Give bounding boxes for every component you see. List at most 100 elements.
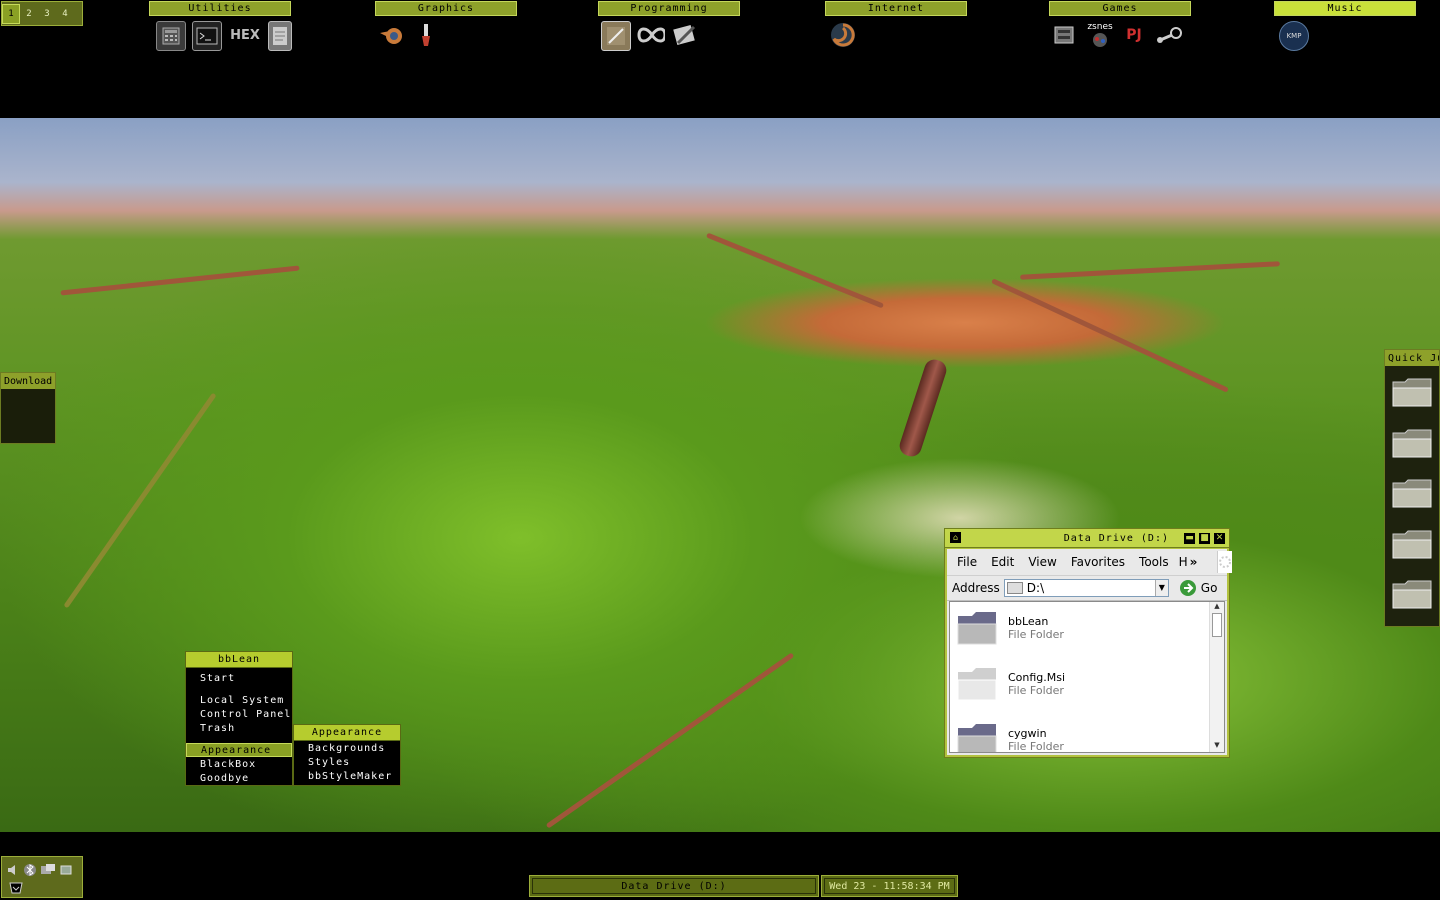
close-button[interactable]: ✕ <box>1214 532 1225 544</box>
address-dropdown-button[interactable]: ▼ <box>1154 580 1168 596</box>
menu-separator <box>186 685 292 693</box>
group-internet[interactable]: Internet <box>825 1 967 16</box>
file-name: bbLean <box>1008 615 1049 628</box>
console-icon[interactable] <box>1052 21 1080 49</box>
folder-icon[interactable] <box>1391 578 1433 612</box>
quick-jump-panel: Quick Jump <box>1384 349 1440 627</box>
volume-icon[interactable] <box>6 862 20 881</box>
menu-item-backgrounds[interactable]: Backgrounds <box>294 741 400 755</box>
network-icon[interactable] <box>40 862 56 881</box>
explorer-menubar: File Edit View Favorites Tools H » <box>947 549 1233 576</box>
list-item[interactable]: Config.Msi File Folder <box>956 662 1065 706</box>
workspace-4[interactable]: 4 <box>56 4 74 24</box>
file-type: File Folder <box>1008 740 1064 753</box>
menu-item-start[interactable]: Start <box>186 671 292 685</box>
drive-icon <box>1006 582 1023 594</box>
group-programming[interactable]: Programming <box>598 1 740 16</box>
explorer-title: Data Drive (D:) <box>1063 532 1169 544</box>
download-panel-title: Download <box>1 373 55 389</box>
menu-tools[interactable]: Tools <box>1139 555 1169 569</box>
menu-favorites[interactable]: Favorites <box>1071 555 1125 569</box>
pj64-icon[interactable]: PJ <box>1120 21 1148 49</box>
address-input[interactable]: D:\ ▼ <box>1003 579 1169 597</box>
address-label: Address <box>952 581 1000 595</box>
blender-icon[interactable] <box>378 21 406 49</box>
blackbox-tray-icon[interactable] <box>8 880 24 899</box>
vertical-scrollbar[interactable]: ▲ ▼ <box>1209 602 1224 752</box>
battery-icon[interactable] <box>59 862 73 881</box>
clock[interactable]: Wed 23 - 11:58:34 PM <box>821 875 958 897</box>
group-graphics[interactable]: Graphics <box>375 1 517 16</box>
go-button[interactable]: Go <box>1201 581 1218 595</box>
pine-needle <box>60 265 300 296</box>
folder-icon <box>957 612 997 645</box>
infinity-icon[interactable] <box>637 21 665 49</box>
minimize-button[interactable]: ▬ <box>1184 532 1195 544</box>
menu-overflow-chevron[interactable]: » <box>1190 555 1198 569</box>
notepad-icon[interactable] <box>268 21 292 51</box>
pine-needle <box>991 278 1229 393</box>
menu-file[interactable]: File <box>957 555 977 569</box>
group-games[interactable]: Games <box>1049 1 1191 16</box>
task-button[interactable]: Data Drive (D:) <box>529 875 819 897</box>
list-item[interactable]: bbLean File Folder <box>956 606 1064 650</box>
appearance-submenu-title: Appearance <box>294 725 400 741</box>
folder-icon <box>957 724 997 752</box>
scroll-down-arrow[interactable]: ▼ <box>1210 741 1224 752</box>
menu-help[interactable]: H <box>1179 555 1188 569</box>
explorer-body: File Edit View Favorites Tools H » Addre… <box>947 549 1233 755</box>
task-button-label: Data Drive (D:) <box>532 878 816 894</box>
bblean-menu: bbLean Start Local System Control Panel … <box>185 651 293 786</box>
appearance-submenu: Appearance Backgrounds Styles bbStyleMak… <box>293 724 401 786</box>
menu-edit[interactable]: Edit <box>991 555 1014 569</box>
group-music[interactable]: Music <box>1274 1 1416 16</box>
code-editor-icon[interactable] <box>671 21 699 49</box>
folder-icon[interactable] <box>1391 477 1433 511</box>
menu-item-local-system[interactable]: Local System <box>186 693 292 707</box>
group-utilities[interactable]: Utilities <box>149 1 291 16</box>
zsnes-icon[interactable]: zsnes <box>1086 21 1114 49</box>
steam-icon[interactable] <box>1154 21 1182 49</box>
menu-item-blackbox[interactable]: BlackBox <box>186 757 292 771</box>
menu-separator <box>186 735 292 743</box>
menu-item-trash[interactable]: Trash <box>186 721 292 735</box>
workspace-switcher: 1 2 3 4 <box>1 1 83 26</box>
menu-view[interactable]: View <box>1028 555 1056 569</box>
workspace-3[interactable]: 3 <box>38 4 56 24</box>
calculator-icon[interactable] <box>156 21 186 51</box>
folder-icon[interactable] <box>1391 528 1433 562</box>
folder-icon[interactable] <box>1391 427 1433 461</box>
workspace-1[interactable]: 1 <box>2 3 20 24</box>
explorer-window: ⌂ Data Drive (D:) ▬ ■ ✕ File Edit View F… <box>944 528 1233 758</box>
throbber-icon <box>1217 551 1233 573</box>
paint-brush-icon[interactable] <box>412 21 440 49</box>
bblean-menu-title: bbLean <box>186 652 292 668</box>
address-bar: Address D:\ ▼ Go <box>947 576 1227 601</box>
address-value: D:\ <box>1026 581 1045 595</box>
hex-editor-icon[interactable]: HEX <box>228 21 262 49</box>
menu-item-styles[interactable]: Styles <box>294 755 400 769</box>
menu-item-bbstylemaker[interactable]: bbStyleMaker <box>294 769 400 783</box>
workspace-2[interactable]: 2 <box>20 4 38 24</box>
quick-jump-title: Quick Jump <box>1385 350 1439 366</box>
file-type: File Folder <box>1008 684 1064 697</box>
maximize-button[interactable]: ■ <box>1199 532 1210 544</box>
folder-icon[interactable] <box>1391 376 1433 410</box>
menu-item-goodbye[interactable]: Goodbye <box>186 771 292 785</box>
pine-needle <box>705 232 885 309</box>
kmp-player-icon[interactable]: KMP <box>1279 21 1309 51</box>
go-arrow-icon[interactable] <box>1179 579 1197 597</box>
system-tray <box>1 856 83 898</box>
list-item[interactable]: cygwin File Folder <box>956 718 1064 753</box>
bluetooth-icon[interactable] <box>23 862 37 881</box>
menu-item-control-panel[interactable]: Control Panel <box>186 707 292 721</box>
scroll-up-arrow[interactable]: ▲ <box>1210 602 1224 613</box>
ide-icon[interactable] <box>601 21 631 51</box>
browser-swirl-icon[interactable] <box>829 21 857 49</box>
folder-icon <box>957 668 997 701</box>
explorer-titlebar[interactable]: ⌂ Data Drive (D:) ▬ ■ ✕ <box>945 529 1229 548</box>
scroll-thumb[interactable] <box>1212 613 1222 637</box>
menu-item-appearance[interactable]: Appearance <box>186 743 292 757</box>
file-name: Config.Msi <box>1008 671 1066 684</box>
terminal-icon[interactable] <box>192 21 222 51</box>
